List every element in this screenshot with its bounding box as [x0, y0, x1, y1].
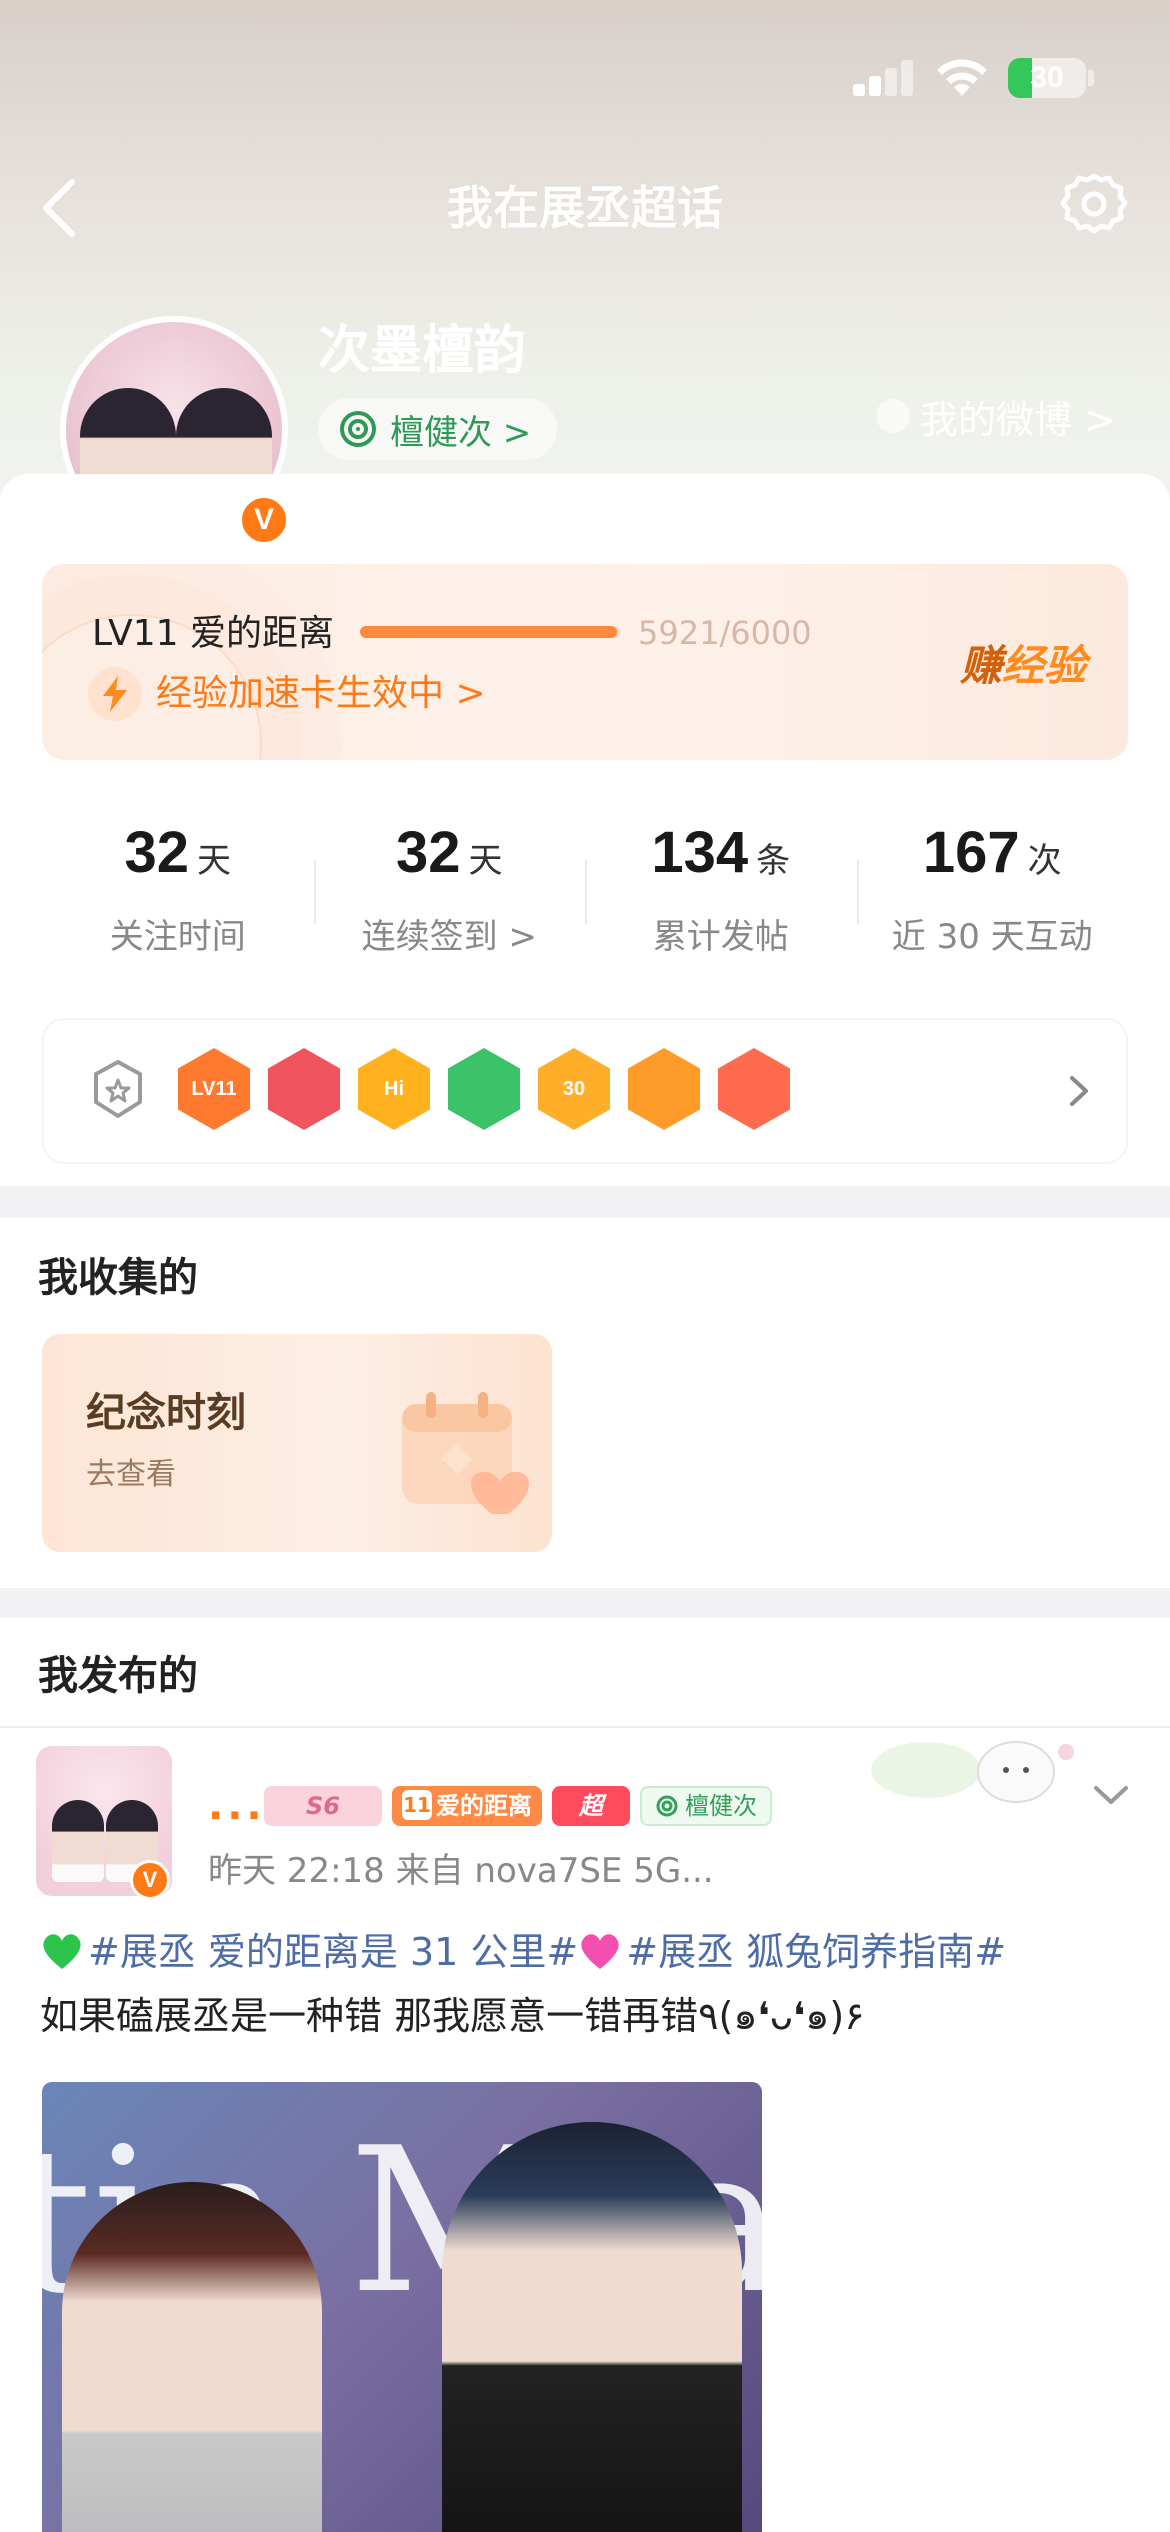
stat-label: 关注时间	[109, 917, 246, 957]
stat-posts: 134 条 累计发帖	[585, 790, 857, 990]
post-body[interactable]: #展丞 爱的距离是 31 公里# #展丞 狐兔饲养指南# 如果磕展丞是一种错 那我…	[40, 1920, 1140, 2048]
earn-suffix: 经验	[1002, 641, 1087, 690]
section-separator	[0, 1588, 1170, 1618]
stat-value: 32	[124, 820, 189, 885]
lv11-medal[interactable]: LV11	[178, 1048, 250, 1130]
stat-label: 累计发帖	[652, 917, 789, 957]
stat-interactions: 167 次 近 30 天互动	[856, 790, 1129, 990]
topic-chip[interactable]: 檀健次 >	[318, 398, 558, 460]
level-progress-fill	[360, 626, 617, 638]
section-title: 我收集的	[38, 1255, 198, 1301]
battery-tip	[1088, 70, 1094, 86]
topic-chip-label: 檀健次 >	[390, 412, 532, 453]
hi-medal[interactable]: Hi	[358, 1048, 430, 1130]
verified-badge-icon: V	[130, 1860, 170, 1900]
level-label: LV11 爱的距离	[92, 613, 334, 654]
verified-badge-icon: V	[238, 494, 290, 546]
lucky-sticker-decoration	[871, 1741, 1074, 1803]
fan-badge: S6	[264, 1786, 382, 1826]
stat-unit: 次	[1027, 841, 1062, 881]
level-badge-number: 11	[402, 1790, 432, 1820]
boost-label: 经验加速卡生效中 >	[156, 673, 486, 714]
earn-prefix: 赚	[960, 641, 1003, 690]
trophy-medal[interactable]	[268, 1048, 340, 1130]
medal-outline-icon	[94, 1060, 142, 1118]
section-title: 我发布的	[38, 1653, 198, 1699]
earn-exp-button[interactable]: 赚经验	[960, 636, 1086, 696]
post-meta: 昨天 22:18 来自 nova7SE 5G...	[208, 1851, 714, 1891]
hand-medal[interactable]	[448, 1048, 520, 1130]
memory-card-title: 纪念时刻	[86, 1390, 246, 1436]
wifi-icon	[937, 59, 987, 96]
stat-label: 近 30 天互动	[891, 917, 1093, 957]
stat-unit: 天	[468, 841, 503, 881]
topic-badge-label: 檀健次	[685, 1792, 757, 1820]
section-separator	[0, 1186, 1170, 1218]
green-heart-icon	[43, 1934, 81, 1969]
username: 次墨檀韵	[318, 321, 527, 381]
battery-icon: 30	[1008, 58, 1086, 98]
stat-value: 32	[395, 820, 461, 885]
divider	[0, 1726, 1170, 1728]
post-author-name[interactable]: ...	[208, 1778, 266, 1834]
battery-level: 30	[1030, 61, 1064, 94]
chevron-down-icon[interactable]	[1088, 1780, 1134, 1810]
stat-follow-days: 32 天 关注时间	[42, 790, 314, 990]
level-badge-label: 爱的距离	[436, 1792, 532, 1820]
chevron-right-icon[interactable]	[1056, 1068, 1100, 1114]
stat-value: 167	[922, 820, 1020, 885]
hashtag-link[interactable]: #展丞 爱的距离是 31 公里#	[88, 1930, 578, 1974]
stat-label: 连续签到 >	[361, 917, 537, 957]
status-bar: 30	[0, 0, 1170, 150]
my-weibo-link[interactable]: 我的微博 >	[876, 386, 1116, 446]
my-weibo-label: 我的微博 >	[920, 397, 1116, 442]
level-progress-text: 5921/6000	[638, 614, 812, 652]
person-icon	[876, 399, 910, 433]
rock-hand-medal[interactable]	[718, 1048, 790, 1130]
stat-unit: 条	[756, 841, 791, 881]
cellular-signal-icon	[853, 60, 915, 96]
settings-gear-icon[interactable]	[1058, 170, 1130, 242]
person-left-figure	[62, 2182, 322, 2532]
medals-row[interactable]: LV11 Hi 30	[42, 1018, 1128, 1164]
memory-moment-card[interactable]: 纪念时刻 去查看	[42, 1334, 552, 1552]
post-body-text: 如果磕展丞是一种错 那我愿意一错再错٩(๑❛ᴗ❛๑)۶	[40, 1994, 865, 2038]
page-title: 我在展丞超话	[447, 181, 723, 235]
pink-heart-icon	[581, 1934, 619, 1969]
memory-card-subtitle: 去查看	[86, 1457, 176, 1492]
person-right-figure	[442, 2122, 742, 2532]
level-card[interactable]: LV11 爱的距离 5921/6000 经验加速卡生效中 > 赚经验	[42, 564, 1128, 760]
topic-spiral-icon	[656, 1795, 678, 1817]
lightning-icon	[88, 667, 142, 721]
smile-medal[interactable]	[628, 1048, 700, 1130]
30days-medal[interactable]: 30	[538, 1048, 610, 1130]
topic-badge[interactable]: 檀健次	[640, 1786, 772, 1826]
boost-card-status[interactable]: 经验加速卡生效中 >	[88, 664, 486, 724]
topic-spiral-icon	[340, 411, 376, 447]
calendar-heart-icon	[402, 1392, 529, 1514]
stat-unit: 天	[197, 841, 231, 881]
post-image[interactable]: tin Mca	[42, 2082, 762, 2532]
level-progress-bar	[360, 626, 620, 638]
stat-value: 134	[651, 820, 749, 885]
level-badge: 11 爱的距离	[392, 1786, 542, 1826]
stats-row: 32 天 关注时间 32 天 连续签到 > 134 条 累计发帖 167 次 近 30 …	[42, 790, 1128, 990]
hashtag-link[interactable]: #展丞 狐兔饲养指南#	[626, 1930, 1006, 1974]
stat-checkin-days[interactable]: 32 天 连续签到 >	[313, 790, 586, 990]
super-like-badge: 超LIKE	[552, 1786, 630, 1860]
